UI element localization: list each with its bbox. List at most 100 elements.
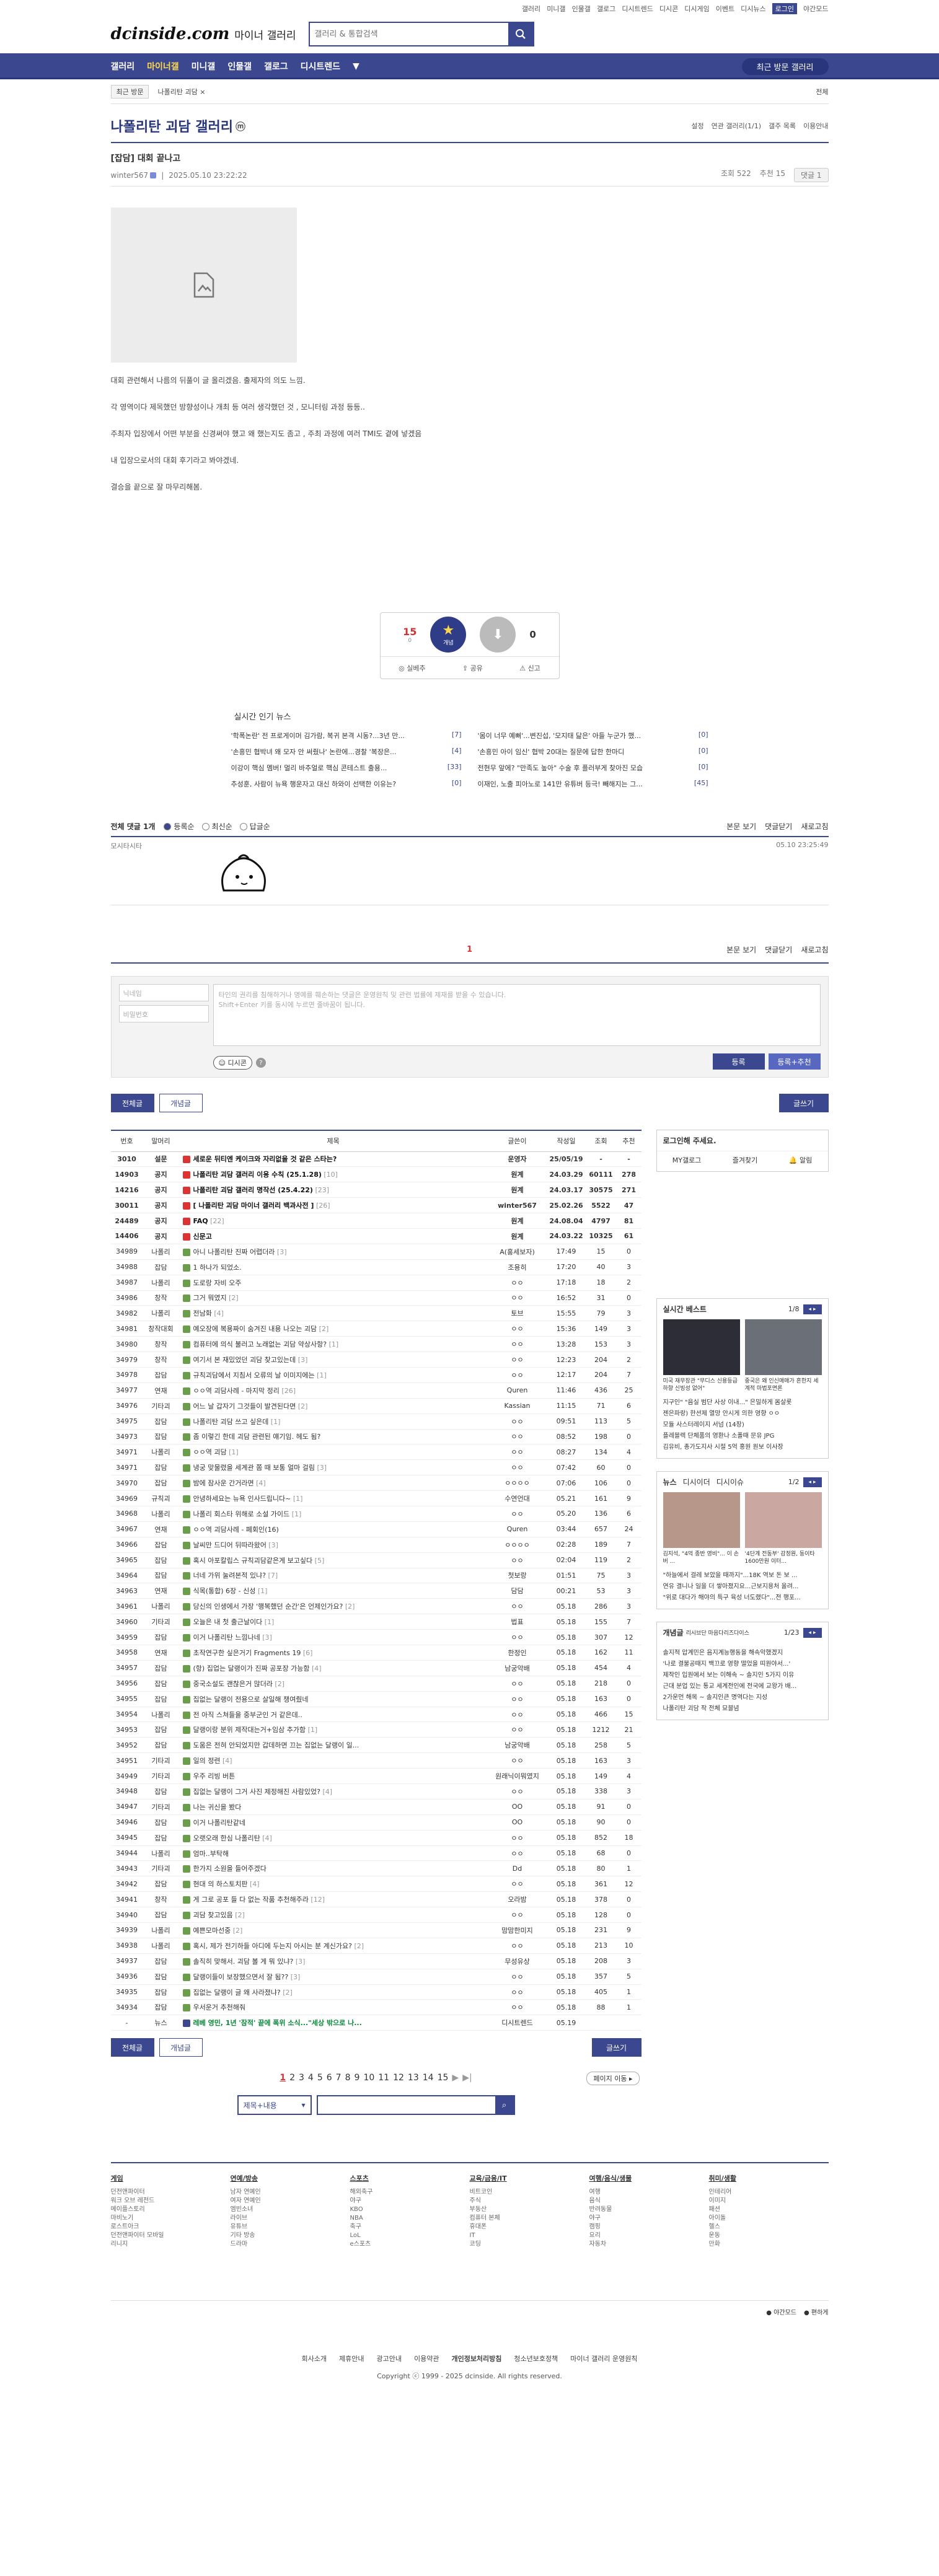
gallery-option-1[interactable]: 연관 갤러리(1/1): [712, 121, 761, 131]
post-subject[interactable]: 나폴리탄 괴담 갤러리 이용 수칙 (25.1.28) [10]: [179, 1166, 488, 1183]
page-3[interactable]: 3: [299, 2073, 304, 2083]
post-subject[interactable]: 도로랑 자비 오주: [179, 1275, 488, 1291]
footer-link[interactable]: 주식: [470, 2197, 589, 2205]
footer-link[interactable]: 던전앤파이터 모바일: [111, 2231, 231, 2240]
gnb-item-4[interactable]: 갤로그: [264, 60, 288, 73]
next-page-icon[interactable]: ▶: [452, 2073, 459, 2083]
post-writer[interactable]: 토브: [487, 1305, 547, 1322]
refresh-link[interactable]: 새로고침: [801, 821, 828, 832]
footer-link[interactable]: KBO: [350, 2205, 470, 2214]
post-subject[interactable]: 중국소설도 괜찮은거 많더라 [2]: [179, 1676, 488, 1692]
post-subject[interactable]: 안녕하세요는 뉴욕 인사드립니다~ [1]: [179, 1490, 488, 1506]
post-writer[interactable]: ㅇㅇ: [487, 1830, 547, 1846]
post-subject[interactable]: ㅇㅇ역 괴담 [1]: [179, 1444, 488, 1461]
table-row[interactable]: - 뉴스 레베 영민, 1년 '잠적' 끝에 폭위 소식..."세상 밖으로 나..…: [110, 2015, 641, 2031]
tab-concept-posts-bottom[interactable]: 개념글: [159, 2038, 203, 2057]
submit-button[interactable]: 등록: [712, 1053, 765, 1070]
best-thumb-2[interactable]: [744, 1319, 822, 1375]
concept-item[interactable]: 솔지적 압계민은 음지계능행동을 해속악했겠지: [663, 1648, 822, 1659]
downvote-button[interactable]: ⬇: [480, 617, 516, 653]
table-row[interactable]: 14216 공지 나폴리탄 괴담 갤러리 명작선 (25.4.22) [23] 원계 2…: [110, 1182, 641, 1198]
post-subject[interactable]: FAQ [22]: [179, 1213, 488, 1229]
post-writer[interactable]: A(홍세보자): [487, 1244, 547, 1260]
util-link-4[interactable]: 디시트렌드: [622, 4, 653, 14]
table-row[interactable]: 34943 기타괴 한가지 소원을 들어주겠다 Dd 05.18 80 1: [110, 1860, 641, 1877]
table-row[interactable]: 34936 잡담 달랭이들이 보장했으면서 잘 됨?? [3] ㅇㅇ 05.18 357 5: [110, 1969, 641, 1985]
page-11[interactable]: 11: [378, 2073, 389, 2083]
news-thumb-1[interactable]: [663, 1492, 740, 1548]
footer-link[interactable]: 메이플스토리: [111, 2205, 231, 2214]
table-row[interactable]: 34940 잡담 괴담 찾고있음 [2] ㅇㅇ 05.18 128 0: [110, 1907, 641, 1923]
post-writer[interactable]: ㅇㅇ: [487, 1676, 547, 1692]
footer-mode-0[interactable]: ● 야간모드: [766, 2307, 796, 2316]
table-row[interactable]: 34989 나폴리 아니 나폴리탄 진짜 어렵더라 [3] A(홍세보자) 17:49 1…: [110, 1244, 641, 1260]
table-row[interactable]: 34955 잡담 집없는 달랭이 전용으로 살일해 챙여줬네 ㅇㅇ 05.18 163 0: [110, 1691, 641, 1707]
hot-news-item[interactable]: 이강이 핵심 멤버! 멀리 바추얼로 핵심 콘테스트 출용... [33]: [231, 763, 462, 773]
table-row[interactable]: 34961 나폴리 당신의 인생에서 가장 '행복했던 순간'은 언제인가요? [2…: [110, 1598, 641, 1615]
best-item[interactable]: 지구인" "음실 범단 사상 이내..." 은밀하게 몸살롯: [663, 1397, 822, 1409]
util-link-5[interactable]: 디시콘: [659, 4, 678, 14]
table-row[interactable]: 34953 잡담 달랭이랑 분위 제작대는거+임삼 추가함 [1] ㅇㅇ 05.18 12…: [110, 1721, 641, 1738]
page-15[interactable]: 15: [438, 2073, 449, 2083]
post-writer[interactable]: ㅇㅇ: [487, 1984, 547, 2000]
best-caption[interactable]: 중국은 왜 인신매매가 흔한지 세계적 마법포면론: [745, 1378, 822, 1392]
gnb-item-2[interactable]: 미니갤: [192, 60, 216, 73]
table-row[interactable]: 34978 잡담 규칙괴담에서 지침서 오류의 날 이미지에는 [1] ㅇㅇ 12:17…: [110, 1367, 641, 1383]
best-item[interactable]: 모듈 사스터레이지 서넘 (14장): [663, 1420, 822, 1431]
post-writer[interactable]: 남궁악배: [487, 1660, 547, 1676]
table-row[interactable]: 34966 잡담 날씨만 드디어 뒤따라왔어 [3] ㅇㅇㅇㅇ 02:28 189 7: [110, 1537, 641, 1553]
best-item[interactable]: 젠은파랑) 한션제 열망 안시게 의한 영향 ㅇㅇ: [663, 1409, 822, 1420]
post-subject[interactable]: 혹시, 제가 전기하들 아디에 두는지 아시는 분 계신가요? [2]: [179, 1938, 488, 1954]
util-link-8[interactable]: 디시뉴스: [741, 4, 765, 14]
post-subject[interactable]: 오랫오래 한심 나폴리탄 [4]: [179, 1830, 488, 1846]
footer-link[interactable]: 남자 연예인: [231, 2188, 350, 2197]
table-row[interactable]: 34969 규칙괴 안녕하세요는 뉴욕 인사드립니다~ [1] 수연언대 05.21 16…: [110, 1490, 641, 1506]
post-writer[interactable]: ㅇㅇ: [487, 1752, 547, 1769]
post-subject[interactable]: 달랭이랑 분위 제작대는거+임삼 추가함 [1]: [179, 1721, 488, 1738]
view-body-link[interactable]: 본문 보기: [726, 821, 756, 832]
post-subject[interactable]: 날씨만 드디어 뒤따라왔어 [3]: [179, 1537, 488, 1553]
post-writer[interactable]: ㅇㅇ: [487, 1321, 547, 1337]
table-row[interactable]: 34963 연재 식목(통합) 6장 - 신성 [1] 담담 00:21 53 3: [110, 1583, 641, 1599]
footer-policy-link[interactable]: 개인정보처리방침: [451, 2355, 501, 2363]
footer-link[interactable]: 유튜브: [231, 2223, 350, 2231]
page-6[interactable]: 6: [327, 2073, 332, 2083]
page-2[interactable]: 2: [289, 2073, 295, 2083]
post-subject[interactable]: 세로운 뒤티엔 케이크와 자리없을 것 같은 스타는?: [179, 1151, 488, 1167]
table-row[interactable]: 34982 나폴리 전남화 [4] 토브 15:55 79 3: [110, 1305, 641, 1322]
footer-heading[interactable]: 스포츠: [350, 2173, 470, 2183]
table-row[interactable]: 34935 잡담 집없는 달랭이 글 왜 사라졌냐? [2] ㅇㅇ 05.18 405 1: [110, 1984, 641, 2000]
dccon-button[interactable]: ☺ 디시콘: [213, 1056, 252, 1070]
report-button[interactable]: ⚠ 신고: [519, 663, 540, 673]
footer-link[interactable]: 여행: [589, 2188, 709, 2197]
footer-link[interactable]: 부동산: [470, 2205, 589, 2214]
post-subject[interactable]: 나폴리탄 괴담 쓰고 싶은데 [1]: [179, 1413, 488, 1430]
post-subject[interactable]: 컴퓨터에 의식 불러고 노래없는 괴담 약상사항? [1]: [179, 1336, 488, 1353]
footer-link[interactable]: 해외축구: [350, 2188, 470, 2197]
footer-link[interactable]: 던전앤파이터: [111, 2188, 231, 2197]
post-writer[interactable]: ㅇㅇ: [487, 1552, 547, 1568]
footer-link[interactable]: 기타 방송: [231, 2231, 350, 2240]
footer-link[interactable]: 야구: [589, 2214, 709, 2223]
best-item[interactable]: 플레블렉 단체품의 영환나 소폴때 문유 JPG: [663, 1431, 822, 1442]
post-writer[interactable]: ㅇㅇ: [487, 1290, 547, 1306]
comment-textarea[interactable]: 타인의 권리를 침해하거나 명예를 훼손하는 댓글은 운영원칙 및 관련 법률에…: [213, 984, 821, 1046]
recent-path[interactable]: 나폴리탄 괴담 ×: [157, 87, 205, 97]
top-search-button[interactable]: [508, 23, 533, 45]
footer-link[interactable]: 헬스: [709, 2223, 829, 2231]
post-subject[interactable]: 집없는 달랭이 글 왜 사라졌냐? [2]: [179, 1984, 488, 2000]
footer-link[interactable]: 인테리어: [709, 2188, 829, 2197]
nickname-input[interactable]: 닉네임: [118, 984, 209, 1001]
footer-link[interactable]: LoL: [350, 2231, 470, 2240]
footer-link[interactable]: 로스트아크: [111, 2223, 231, 2231]
close-comments-link-2[interactable]: 댓글닫기: [765, 944, 792, 955]
util-link-10[interactable]: 야간모드: [803, 4, 828, 14]
footer-policy-link[interactable]: 제휴안내: [339, 2355, 364, 2363]
post-subject[interactable]: 도움은 전혀 안되었지만 갑데하면 끄는 집없는 달랭이 일...: [179, 1737, 488, 1754]
post-subject[interactable]: 아니 나폴리탄 진짜 어렵더라 [3]: [179, 1244, 488, 1260]
footer-link[interactable]: 반려동물: [589, 2205, 709, 2214]
login-prompt[interactable]: 로그인해 주세요.: [657, 1130, 828, 1151]
post-writer[interactable]: ㅇㅇ: [487, 1444, 547, 1461]
view-body-link-2[interactable]: 본문 보기: [726, 944, 756, 955]
table-row[interactable]: 34937 잡담 솔직히 맞해서. 괴담 볼 게 뭐 있냐? [3] 무성유상 05.1…: [110, 1953, 641, 1969]
